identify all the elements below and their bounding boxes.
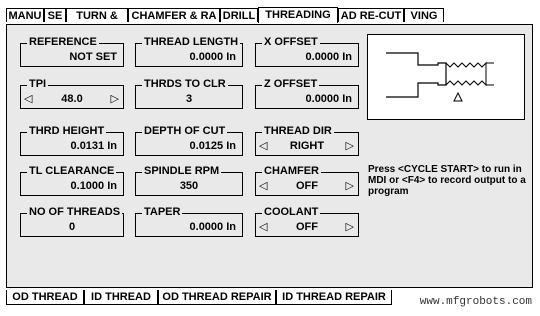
tab-od-thread-repair[interactable]: OD THREAD REPAIR [158,290,276,305]
watermark-text: www.mfgrobots.com [419,296,532,308]
no-of-threads-value: 0 [68,221,76,233]
thrd-height-value: 0.0131 In [70,140,117,152]
thread-diagram [367,34,525,120]
thrd-height-field[interactable]: THRD HEIGHT 0.0131 In [20,125,124,156]
z-offset-value: 0.0000 In [305,93,352,105]
z-offset-label: Z OFFSET [262,78,320,91]
depth-of-cut-field[interactable]: DEPTH OF CUT 0.0125 In [135,125,243,156]
x-offset-value: 0.0000 In [305,51,352,63]
tl-clearance-value: 0.1000 In [70,180,117,192]
threaded-part-icon [386,52,494,102]
tab-id-thread-repair[interactable]: ID THREAD REPAIR [276,290,392,305]
coolant-value: OFF [296,221,318,233]
taper-field[interactable]: TAPER 0.0000 In [135,206,243,237]
thread-dir-value: RIGHT [289,140,325,152]
thread-length-field[interactable]: THREAD LENGTH 0.0000 In [135,36,243,67]
taper-label: TAPER [142,206,183,219]
tab-thread-recut[interactable]: AD RE-CUT [338,8,404,22]
thread-length-value: 0.0000 In [189,51,236,63]
chamfer-value: OFF [296,180,318,192]
tab-threading[interactable]: THREADING [258,7,338,23]
x-offset-field[interactable]: X OFFSET 0.0000 In [255,36,359,67]
increment-arrow-icon[interactable]: ▷ [346,140,354,153]
thread-dir-field[interactable]: THREAD DIR ◁ RIGHT ▷ [255,125,359,156]
z-offset-field[interactable]: Z OFFSET 0.0000 In [255,78,359,109]
depth-of-cut-value: 0.0125 In [189,140,236,152]
thread-dir-label: THREAD DIR [262,125,334,138]
spindle-rpm-value: 350 [179,180,199,192]
thrds-to-clr-field[interactable]: THRDS TO CLR 3 [135,78,243,109]
tab-setup[interactable]: SE [44,8,66,22]
increment-arrow-icon[interactable]: ▷ [346,180,354,193]
reference-field[interactable]: REFERENCE NOT SET [20,36,124,67]
thrds-to-clr-value: 3 [185,93,193,105]
increment-arrow-icon[interactable]: ▷ [111,93,119,106]
increment-arrow-icon[interactable]: ▷ [346,221,354,234]
coolant-label: COOLANT [262,206,321,219]
spindle-rpm-label: SPINDLE RPM [142,165,222,178]
tab-turn-face[interactable]: TURN & [66,8,128,22]
thrds-to-clr-label: THRDS TO CLR [142,78,228,91]
tab-grooving[interactable]: VING [404,8,444,22]
thrd-height-label: THRD HEIGHT [27,125,107,138]
no-of-threads-label: NO OF THREADS [27,206,123,219]
tl-clearance-label: TL CLEARANCE [27,165,117,178]
tab-manual[interactable]: MANU [6,8,44,22]
instruction-text: Press <CYCLE START> to run in MDI or <F4… [368,164,526,197]
thread-length-label: THREAD LENGTH [142,36,241,49]
reference-value: NOT SET [69,51,117,63]
coolant-field[interactable]: COOLANT ◁ OFF ▷ [255,206,359,237]
tpi-label: TPI [27,78,49,91]
chamfer-field[interactable]: CHAMFER ◁ OFF ▷ [255,165,359,196]
tab-id-thread[interactable]: ID THREAD [84,290,158,305]
chamfer-label: CHAMFER [262,165,321,178]
reference-label: REFERENCE [27,36,99,49]
tab-drill[interactable]: DRILL [220,8,258,22]
depth-of-cut-label: DEPTH OF CUT [142,125,228,138]
tpi-value: 48.0 [61,93,83,105]
tab-od-thread[interactable]: OD THREAD [6,290,84,305]
tl-clearance-field[interactable]: TL CLEARANCE 0.1000 In [20,165,124,196]
tab-chamfer-radius[interactable]: CHAMFER & RA [128,8,220,22]
spindle-rpm-field[interactable]: SPINDLE RPM 350 [135,165,243,196]
x-offset-label: X OFFSET [262,36,320,49]
tpi-field[interactable]: TPI ◁ 48.0 ▷ [20,78,124,109]
no-of-threads-field[interactable]: NO OF THREADS 0 [20,206,124,237]
taper-value: 0.0000 In [189,221,236,233]
